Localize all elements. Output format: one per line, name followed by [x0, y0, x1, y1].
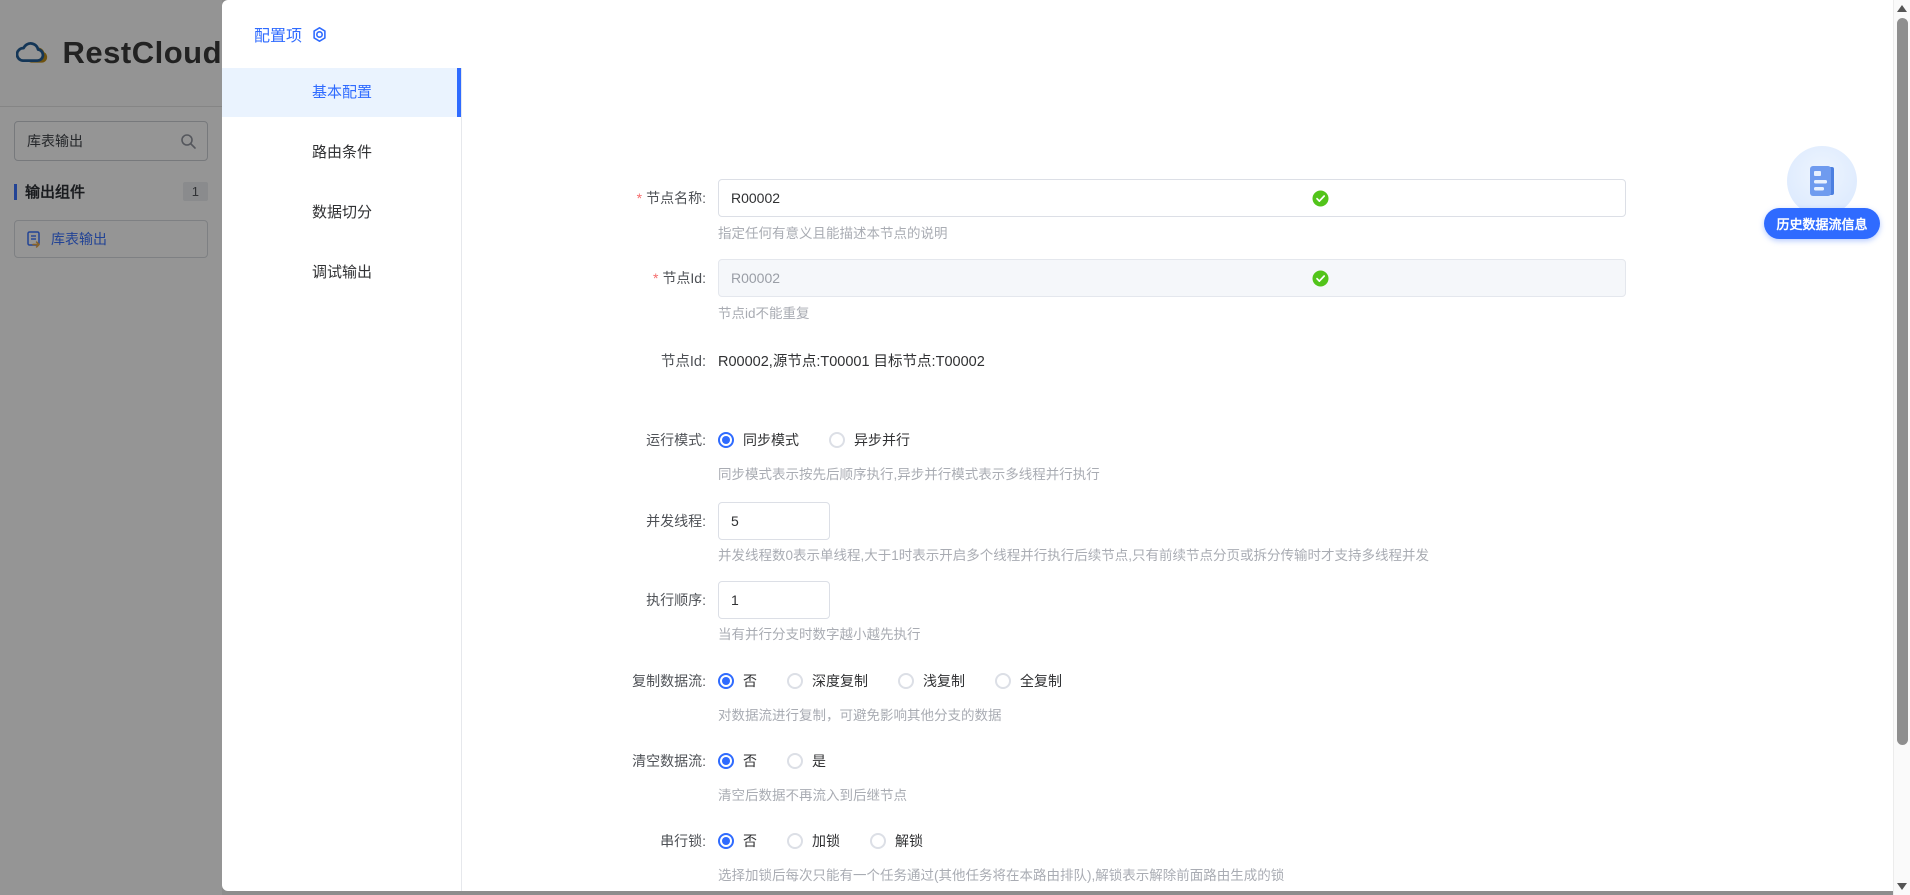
drawer-title: 配置项	[254, 28, 303, 45]
helper-row: 并发线程数0表示单线程,大于1时表示开启多个线程并行执行后续节点,只有前续节点分…	[462, 547, 1893, 565]
required-asterisk: *	[652, 270, 659, 286]
field-row-node-id: * 节点Id:	[462, 259, 1893, 297]
valid-check-icon	[1312, 190, 1329, 207]
helper-row: 节点id不能重复	[462, 305, 1893, 323]
run-mode-radio-group: 同步模式 异步并行	[718, 430, 1626, 450]
radio-dot	[718, 673, 734, 689]
drawer-body: 基本配置 路由条件 数据切分 调试输出 * 节点名称: R00002 指定任何有…	[222, 68, 1893, 891]
window-scrollbar[interactable]	[1893, 0, 1910, 895]
field-row-clear-stream: 清空数据流: 否 是	[462, 751, 1893, 771]
radio-lock-add[interactable]: 加锁	[787, 831, 840, 851]
history-dataflow-widget[interactable]: 历史数据流信息	[1758, 146, 1886, 239]
field-row-serial-lock: 串行锁: 否 加锁 解锁	[462, 831, 1893, 851]
nav-item-data-split[interactable]: 数据切分	[222, 188, 461, 237]
node-id-label: * 节点Id:	[652, 270, 706, 286]
field-row-copy-stream: 复制数据流: 否 深度复制 浅复制 全复制	[462, 671, 1893, 691]
radio-full-copy[interactable]: 全复制	[995, 671, 1062, 691]
node-id-info-row: 节点Id: R00002,源节点:T00001 目标节点:T00002	[462, 350, 1893, 371]
gear-icon[interactable]	[310, 25, 329, 44]
modal-overlay[interactable]	[0, 0, 222, 895]
valid-check-icon	[1312, 270, 1329, 287]
helper-row: 同步模式表示按先后顺序执行,异步并行模式表示多线程并行执行	[462, 466, 1893, 484]
required-asterisk: *	[636, 190, 643, 206]
radio-clear-yes[interactable]: 是	[787, 751, 826, 771]
node-name-input[interactable]	[718, 179, 1626, 217]
run-mode-label: 运行模式:	[646, 432, 706, 448]
node-name-label: * 节点名称:	[636, 190, 706, 206]
node-name-helper: 指定任何有意义且能描述本节点的说明	[718, 226, 948, 241]
radio-async-parallel[interactable]: 异步并行	[829, 430, 910, 450]
radio-dot	[718, 753, 734, 769]
clear-stream-radio-group: 否 是	[718, 751, 1626, 771]
helper-row: 清空后数据不再流入到后继节点	[462, 787, 1893, 805]
exec-order-input[interactable]	[718, 581, 830, 619]
page: RestCloud 库表输出 输出组件 1 库表输出 配置项 基本配置 路由条件…	[0, 0, 1910, 895]
node-id-helper: 节点id不能重复	[718, 306, 810, 321]
field-row-exec-order: 执行顺序:	[462, 581, 1893, 619]
nav-item-route-condition[interactable]: 路由条件	[222, 128, 461, 177]
serial-lock-radio-group: 否 加锁 解锁	[718, 831, 1626, 851]
radio-dot	[787, 753, 803, 769]
field-row-threads: 并发线程:	[462, 502, 1893, 540]
clear-stream-helper: 清空后数据不再流入到后继节点	[718, 788, 907, 803]
nav-item-basic-config[interactable]: 基本配置	[222, 68, 461, 117]
copy-stream-helper: 对数据流进行复制，可避免影响其他分支的数据	[718, 708, 1002, 723]
scrollbar-thumb[interactable]	[1897, 18, 1908, 745]
threads-helper: 并发线程数0表示单线程,大于1时表示开启多个线程并行执行后续节点,只有前续节点分…	[718, 548, 1430, 563]
radio-sync-mode[interactable]: 同步模式	[718, 430, 799, 450]
history-icon-circle	[1787, 146, 1857, 216]
radio-dot	[829, 432, 845, 448]
radio-dot	[718, 432, 734, 448]
history-doc-icon	[1810, 166, 1834, 196]
scroll-down-icon[interactable]	[1897, 883, 1907, 890]
node-id-info-label: 节点Id:	[660, 354, 706, 370]
run-mode-helper: 同步模式表示按先后顺序执行,异步并行模式表示多线程并行执行	[718, 467, 1100, 482]
radio-dot	[995, 673, 1011, 689]
radio-shallow-copy[interactable]: 浅复制	[898, 671, 965, 691]
config-drawer: 配置项 基本配置 路由条件 数据切分 调试输出 * 节点名称: R00002 指…	[222, 0, 1893, 891]
helper-row: 指定任何有意义且能描述本节点的说明	[462, 225, 1893, 243]
copy-stream-radio-group: 否 深度复制 浅复制 全复制	[718, 671, 1626, 691]
radio-dot	[787, 673, 803, 689]
clear-stream-label: 清空数据流:	[632, 753, 706, 769]
exec-order-label: 执行顺序:	[646, 592, 706, 608]
helper-row: 对数据流进行复制，可避免影响其他分支的数据	[462, 707, 1893, 725]
config-nav: 基本配置 路由条件 数据切分 调试输出	[222, 68, 462, 891]
threads-label: 并发线程:	[646, 513, 706, 529]
drawer-header: 配置项	[222, 0, 1893, 68]
serial-lock-helper: 选择加锁后每次只能有一个任务通过(其他任务将在本路由排队),解锁表示解除前面路由…	[718, 868, 1285, 883]
radio-dot	[898, 673, 914, 689]
node-id-input	[718, 259, 1626, 297]
helper-row: 选择加锁后每次只能有一个任务通过(其他任务将在本路由排队),解锁表示解除前面路由…	[462, 867, 1893, 885]
app-background: RestCloud 库表输出 输出组件 1 库表输出	[0, 0, 222, 895]
copy-stream-label: 复制数据流:	[632, 673, 706, 689]
radio-dot	[787, 833, 803, 849]
nav-item-debug-output[interactable]: 调试输出	[222, 248, 461, 297]
radio-dot	[718, 833, 734, 849]
exec-order-helper: 当有并行分支时数字越小越先执行	[718, 627, 921, 642]
radio-copy-no[interactable]: 否	[718, 671, 757, 691]
helper-row: 当有并行分支时数字越小越先执行	[462, 626, 1893, 644]
radio-lock-release[interactable]: 解锁	[870, 831, 923, 851]
history-badge[interactable]: 历史数据流信息	[1764, 208, 1880, 239]
node-id-info-value: R00002,源节点:T00001 目标节点:T00002	[718, 354, 985, 370]
radio-deep-copy[interactable]: 深度复制	[787, 671, 868, 691]
threads-input[interactable]	[718, 502, 830, 540]
radio-lock-no[interactable]: 否	[718, 831, 757, 851]
serial-lock-label: 串行锁:	[660, 833, 706, 849]
field-row-run-mode: 运行模式: 同步模式 异步并行	[462, 430, 1893, 450]
radio-dot	[870, 833, 886, 849]
basic-config-form: *节点名称: 指定任何有意义且能描述本节点的说明 *节点Id:	[462, 68, 1893, 891]
radio-clear-no[interactable]: 否	[718, 751, 757, 771]
field-row-node-name: * 节点名称:	[462, 179, 1893, 217]
scroll-up-icon[interactable]	[1897, 5, 1907, 12]
